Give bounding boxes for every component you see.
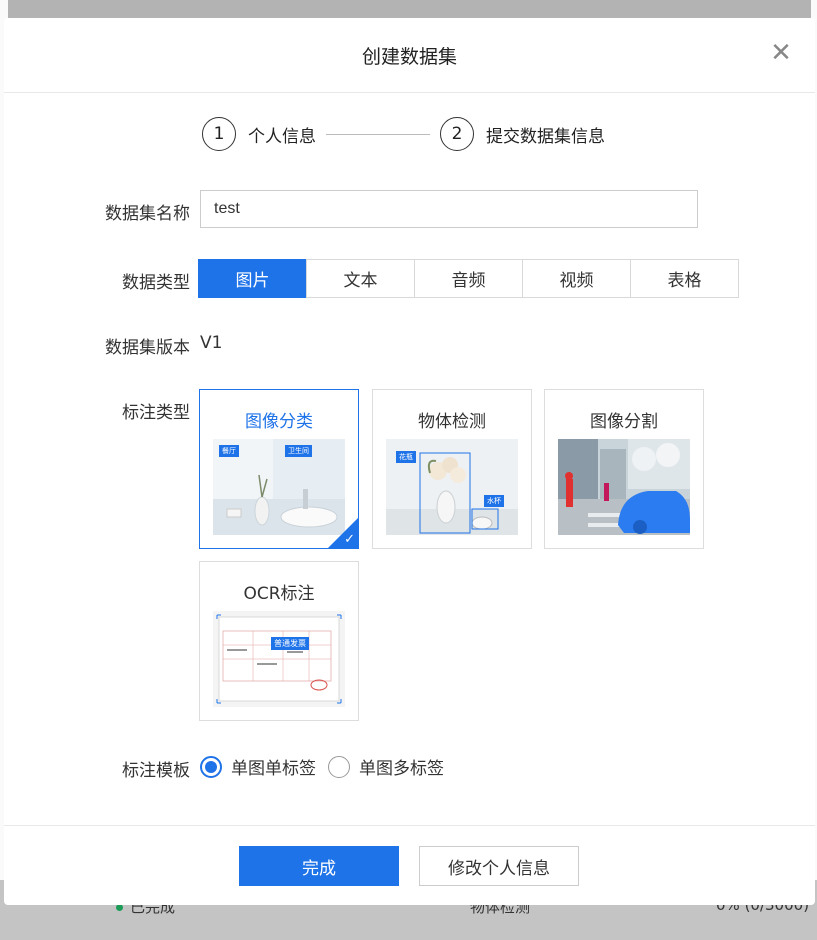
tag-label: 餐厅: [219, 445, 239, 457]
status-dot-icon: [116, 904, 123, 911]
object-detection-thumbnail: 花瓶 水杯: [386, 439, 518, 535]
tag-label: 花瓶: [396, 451, 416, 463]
dialog-footer: 完成 修改个人信息: [4, 825, 815, 905]
close-icon[interactable]: ✕: [769, 40, 793, 66]
dataset-name-input[interactable]: [200, 190, 698, 228]
type-image-button[interactable]: 图片: [198, 259, 307, 298]
radio-multi-label-text[interactable]: 单图多标签: [359, 754, 444, 779]
radio-single-label-text[interactable]: 单图单标签: [231, 754, 316, 779]
type-text-button[interactable]: 文本: [306, 259, 415, 298]
step-2-circle: 2: [440, 117, 474, 151]
step-2-label: 提交数据集信息: [486, 126, 605, 147]
ocr-thumbnail: 普通发票: [213, 611, 345, 707]
dialog-title: 创建数据集: [361, 45, 457, 68]
radio-single-label[interactable]: [200, 755, 222, 778]
type-table-button[interactable]: 表格: [630, 259, 739, 298]
annotation-card-image-classification[interactable]: 图像分类 餐厅 卫生间 ✓: [199, 389, 359, 549]
annotation-card-ocr[interactable]: OCR标注 普通发票: [199, 561, 359, 721]
step-indicator: 1 个人信息 2 提交数据集信息: [202, 116, 605, 152]
create-dataset-dialog: 创建数据集 ✕ 1 个人信息 2 提交数据集信息 数据集名称 数据类型 图片 文…: [4, 18, 815, 905]
finish-button[interactable]: 完成: [239, 846, 399, 886]
dataset-name-label: 数据集名称: [105, 204, 190, 224]
data-type-selector: 图片 文本 音频 视频 表格: [198, 259, 739, 298]
annotation-type-label: 标注类型: [122, 403, 190, 423]
image-classification-thumbnail: 餐厅 卫生间: [213, 439, 345, 535]
image-segmentation-thumbnail: [558, 439, 690, 535]
type-audio-button[interactable]: 音频: [414, 259, 523, 298]
tag-label: 水杯: [484, 495, 504, 507]
dataset-version-value: V1: [200, 333, 223, 353]
dialog-header: 创建数据集 ✕: [4, 18, 815, 93]
card-title: 物体检测: [418, 412, 486, 432]
checkmark-icon: ✓: [344, 532, 355, 547]
tag-label: 普通发票: [271, 637, 309, 650]
annotation-card-object-detection[interactable]: 物体检测 花瓶 水杯: [372, 389, 532, 549]
radio-multi-label[interactable]: [328, 755, 350, 778]
card-title: 图像分割: [590, 412, 658, 432]
step-connector: [326, 133, 430, 135]
dataset-version-label: 数据集版本: [105, 338, 190, 358]
template-radio-group: 单图单标签 单图多标签: [200, 754, 456, 779]
annotation-card-image-segmentation[interactable]: 图像分割: [544, 389, 704, 549]
template-label: 标注模板: [122, 761, 190, 781]
type-video-button[interactable]: 视频: [522, 259, 631, 298]
data-type-label: 数据类型: [122, 273, 190, 293]
card-title: OCR标注: [243, 584, 315, 604]
card-title: 图像分类: [245, 412, 313, 432]
tag-label: 卫生间: [285, 445, 312, 457]
edit-personal-info-button[interactable]: 修改个人信息: [419, 846, 579, 886]
step-1-circle: 1: [202, 117, 236, 151]
step-1-label: 个人信息: [248, 126, 316, 147]
